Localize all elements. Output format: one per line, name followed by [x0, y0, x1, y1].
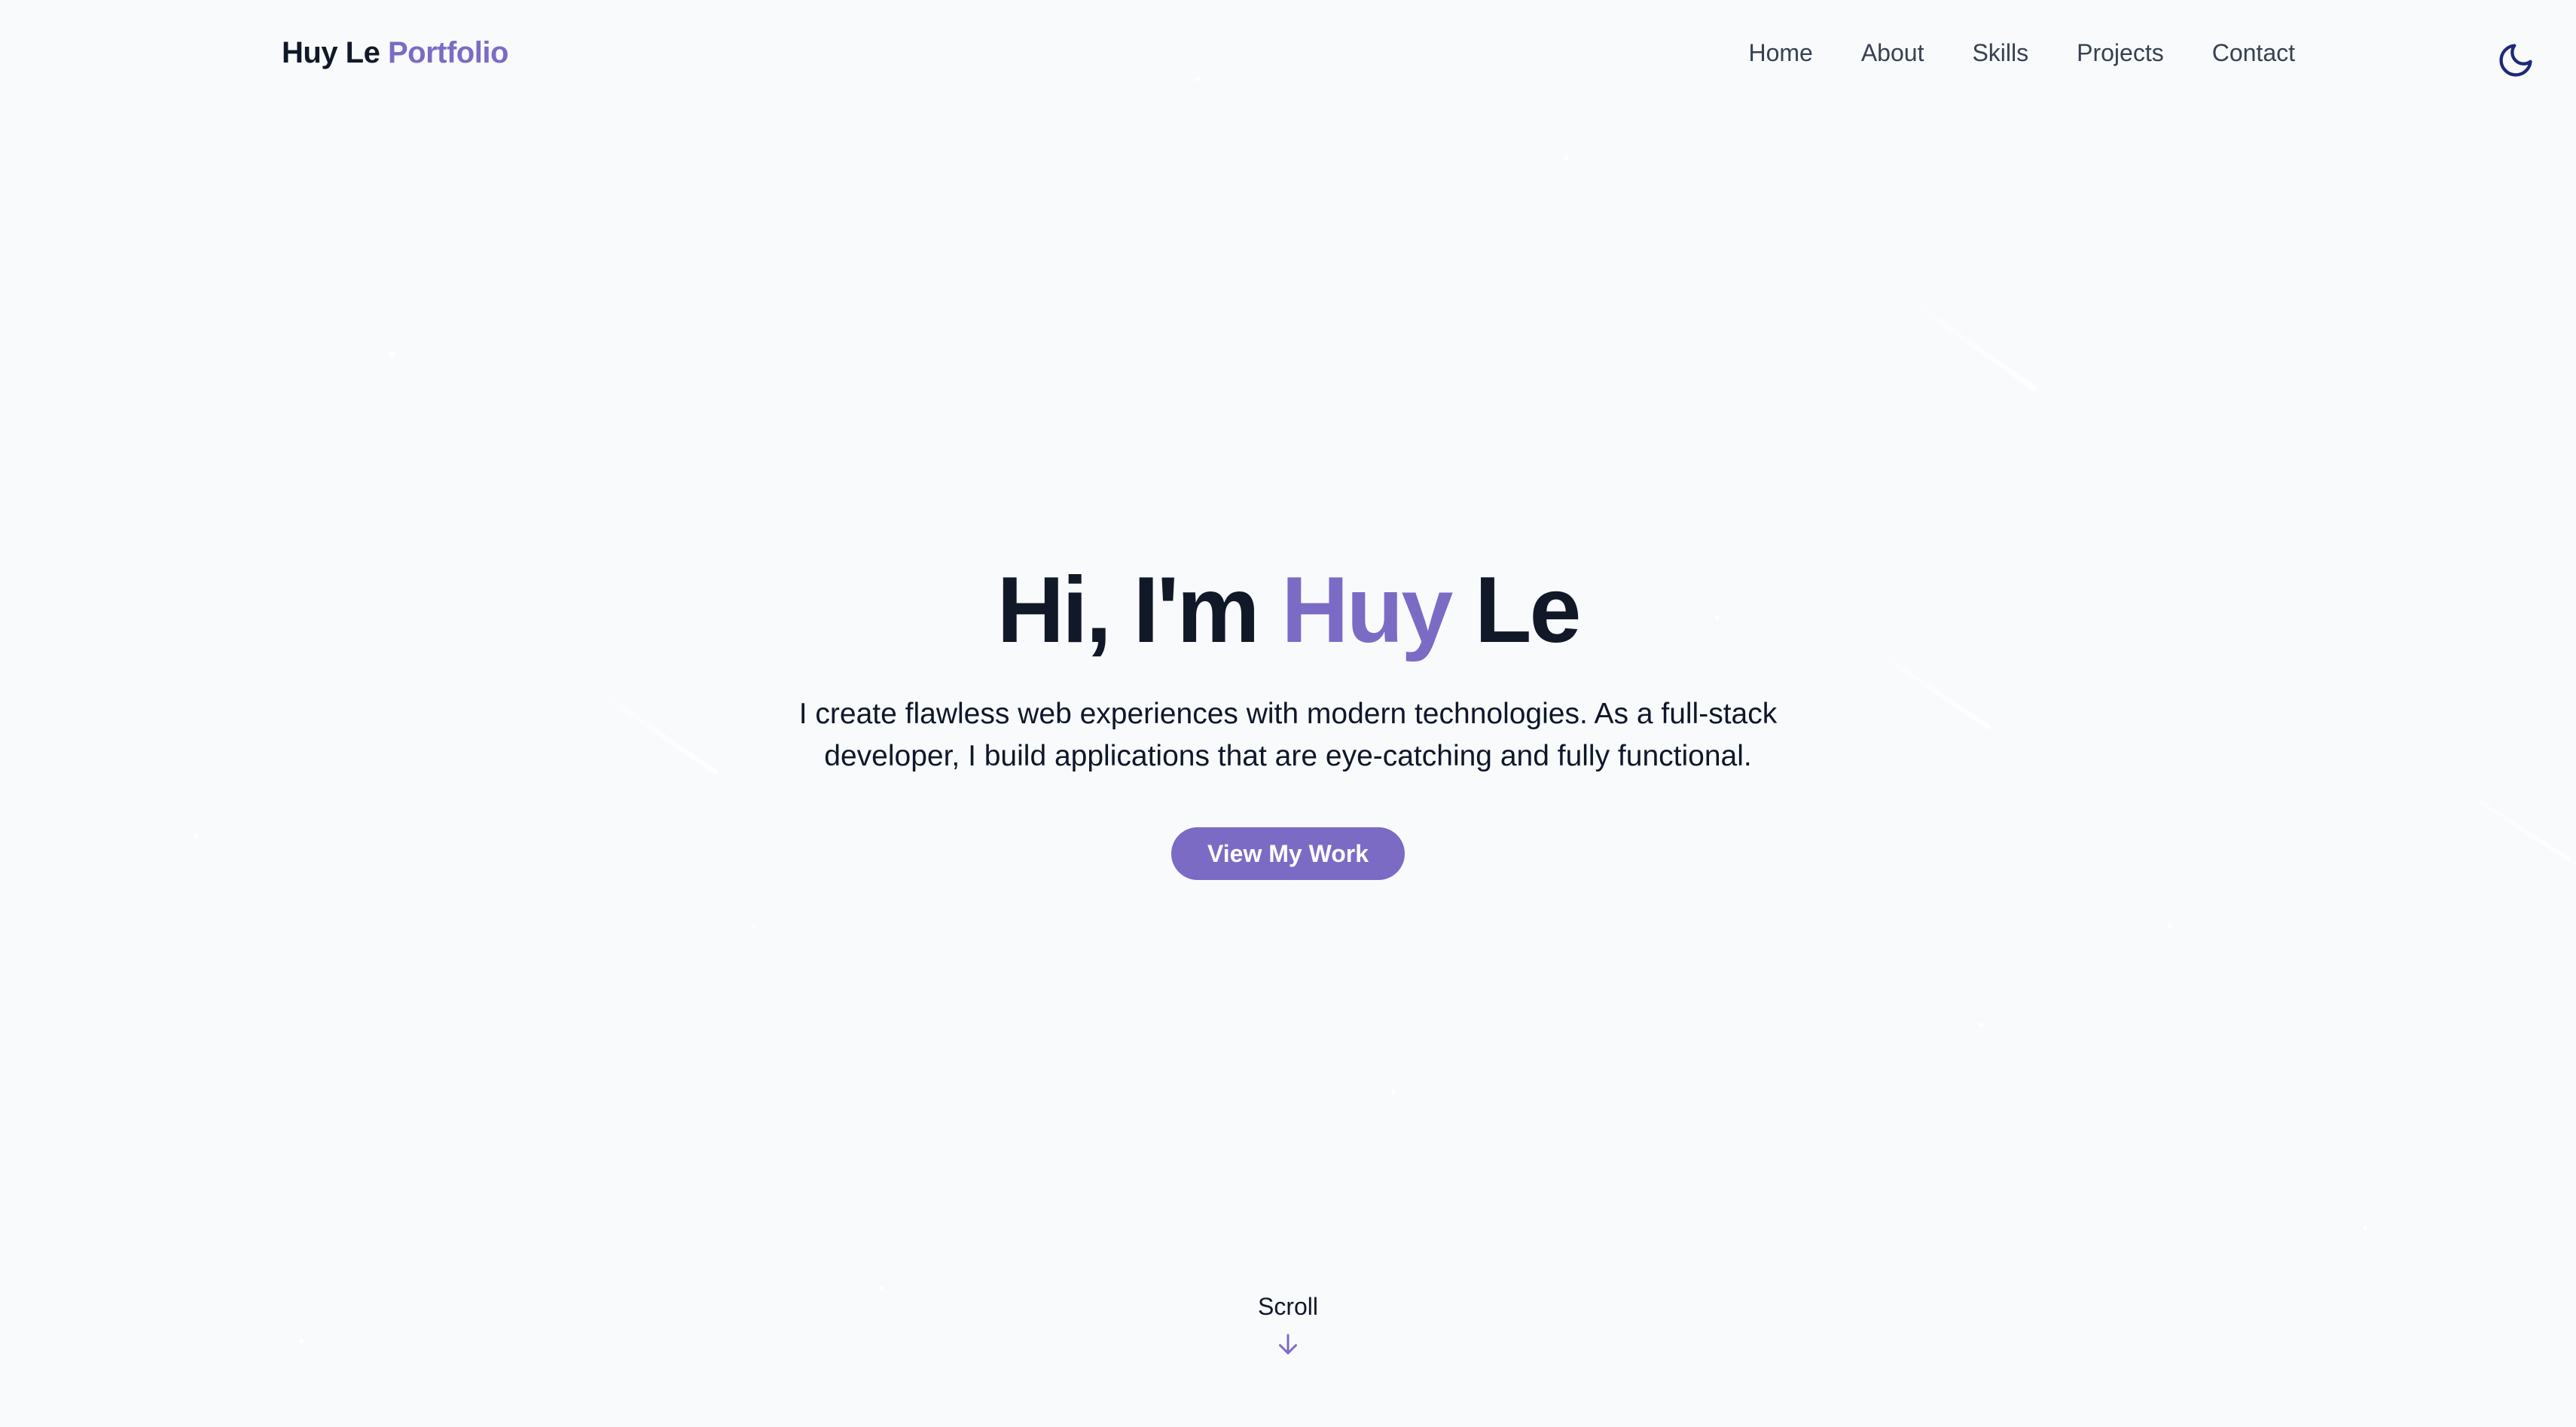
nav-link-contact[interactable]: Contact: [2212, 30, 2295, 75]
hero-section: Hi, I'm Huy Le I create flawless web exp…: [0, 542, 2576, 880]
nav-link-about[interactable]: About: [1861, 30, 1924, 75]
nav-link-projects[interactable]: Projects: [2077, 30, 2164, 75]
theme-toggle-button[interactable]: [2496, 41, 2535, 80]
logo-name: Huy Le: [282, 36, 380, 69]
nav-link-home[interactable]: Home: [1748, 30, 1812, 75]
hero-greeting: Hi, I'm: [997, 558, 1260, 662]
logo-accent: Portfolio: [387, 36, 508, 69]
hero-name-first: Huy: [1281, 558, 1453, 662]
scroll-label: Scroll: [1257, 1293, 1318, 1320]
hero-title: Hi, I'm Huy Le: [0, 542, 2576, 678]
moon-icon: [2499, 44, 2532, 77]
scroll-indicator[interactable]: Scroll: [1213, 1287, 1363, 1359]
hero-subtitle: I create flawless web experiences with m…: [776, 693, 1800, 778]
nav-link-skills[interactable]: Skills: [1972, 30, 2028, 75]
hero-subtitle-line-2: developer, I build applications that are…: [824, 740, 1752, 772]
hero-name-last: Le: [1474, 558, 1582, 662]
hero-subtitle-line-1: I create flawless web experiences with m…: [798, 698, 1778, 730]
view-my-work-button[interactable]: View My Work: [1171, 827, 1405, 880]
site-logo[interactable]: Huy Le Portfolio: [282, 30, 508, 75]
arrow-down-icon: [1279, 1334, 1297, 1355]
nav-menu: Home About Skills Projects Contact: [1748, 30, 2295, 75]
navbar: Huy Le Portfolio Home About Skills Proje…: [0, 0, 2576, 105]
page: Huy Le Portfolio Home About Skills Proje…: [0, 0, 2576, 1427]
